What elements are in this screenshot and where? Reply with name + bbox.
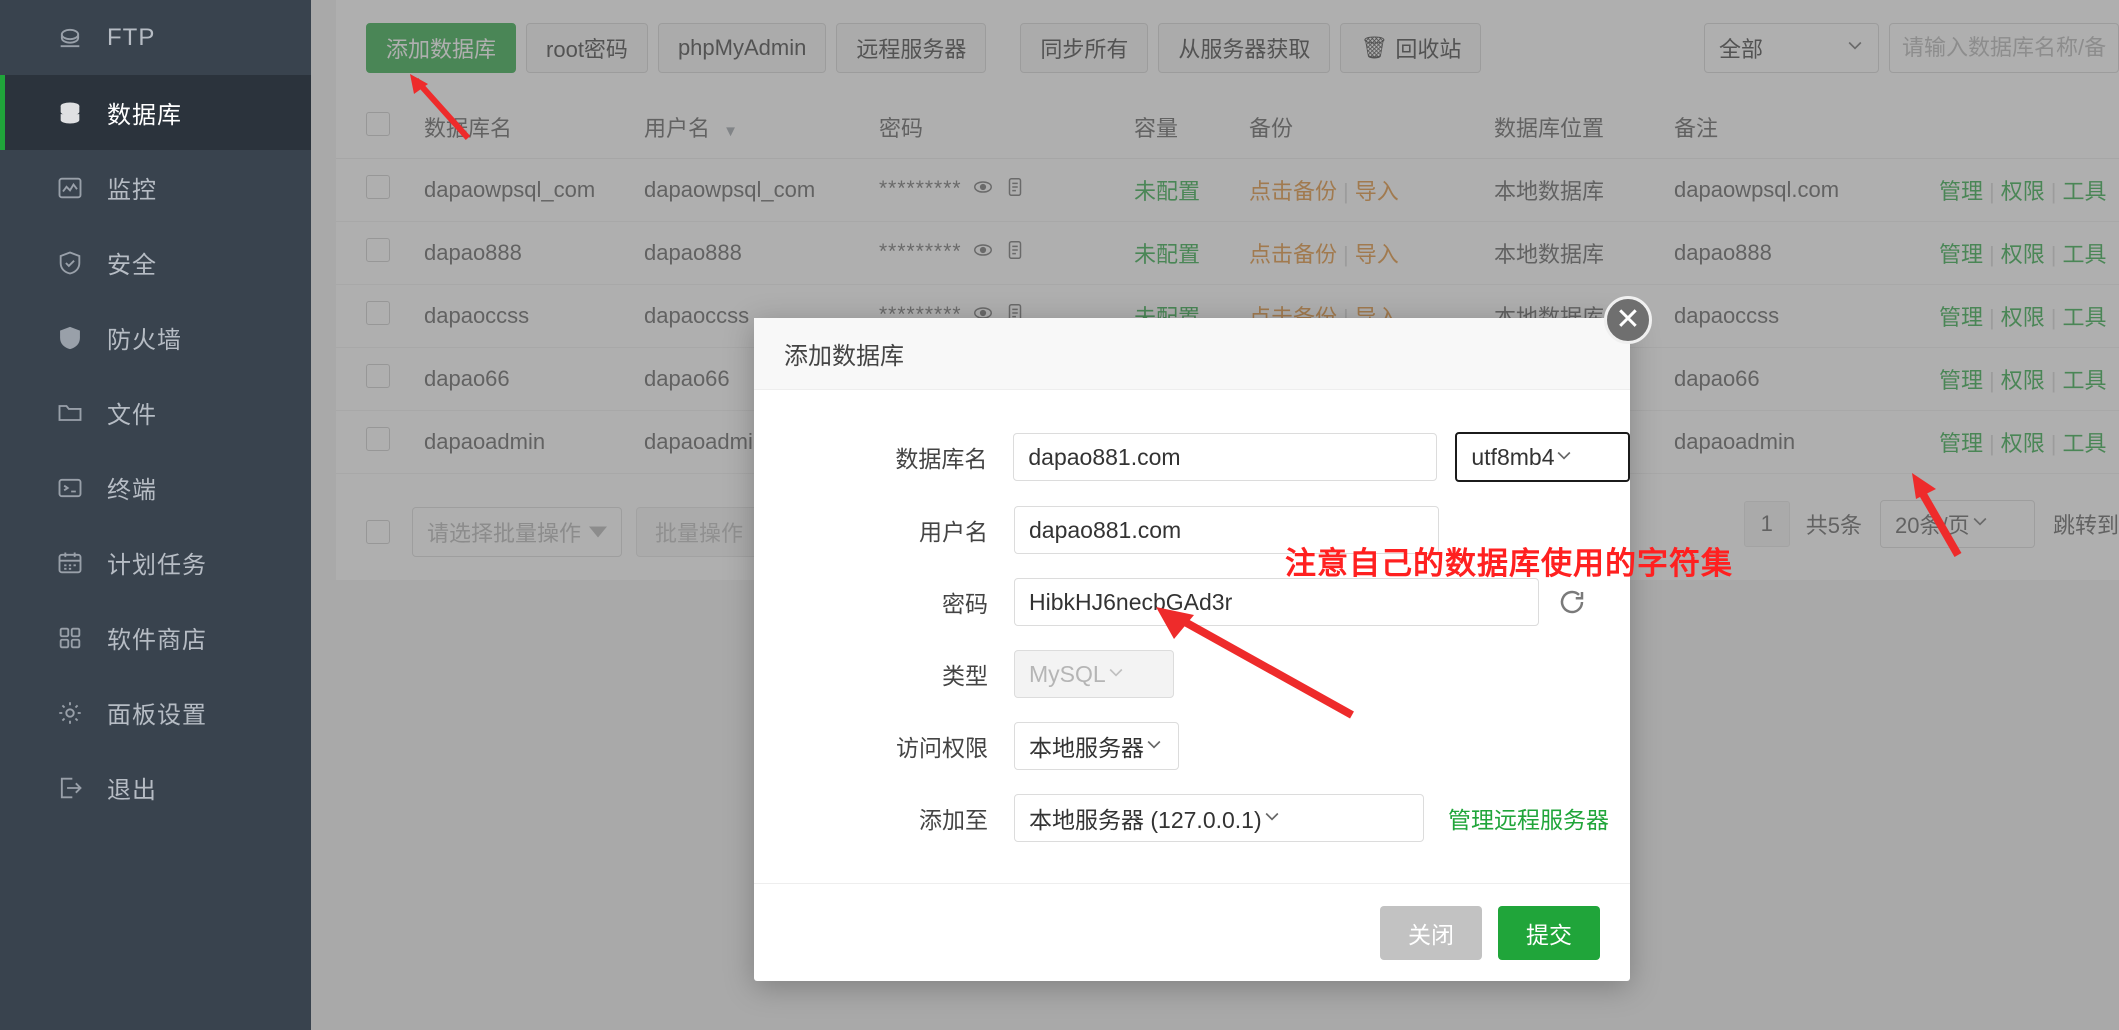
field-row-access: 访问权限 本地服务器 <box>754 722 1630 770</box>
chevron-down-icon <box>1554 444 1574 471</box>
calendar-icon <box>55 548 85 578</box>
folder-icon <box>55 398 85 428</box>
add-to-select[interactable]: 本地服务器 (127.0.0.1) <box>1014 794 1424 842</box>
sidebar-item-label: 安全 <box>107 252 157 279</box>
sidebar-item-label: 软件商店 <box>107 627 207 654</box>
db-name-input[interactable] <box>1013 433 1438 481</box>
dialog-body: 数据库名 utf8mb4 用户名 密码 <box>754 390 1630 842</box>
refresh-icon[interactable] <box>1557 587 1587 617</box>
sidebar-item-terminal[interactable]: 终端 <box>0 450 311 525</box>
charset-select[interactable]: utf8mb4 <box>1455 432 1630 482</box>
field-row-type: 类型 MySQL <box>754 650 1630 698</box>
sidebar-item-app-store[interactable]: 软件商店 <box>0 600 311 675</box>
ftp-icon <box>55 23 85 53</box>
logout-icon <box>55 773 85 803</box>
user-name-label: 用户名 <box>919 519 988 545</box>
sidebar-item-monitor[interactable]: 监控 <box>0 150 311 225</box>
field-row-add-to: 添加至 本地服务器 (127.0.0.1) 管理远程服务器 <box>754 794 1630 842</box>
sidebar-item-logout[interactable]: 退出 <box>0 750 311 825</box>
sidebar-item-cron[interactable]: 计划任务 <box>0 525 311 600</box>
add-to-value: 本地服务器 (127.0.0.1) <box>1029 807 1262 833</box>
add-to-label: 添加至 <box>919 807 988 833</box>
monitor-icon <box>55 173 85 203</box>
shield-check-icon <box>55 248 85 278</box>
sidebar-item-panel-settings[interactable]: 面板设置 <box>0 675 311 750</box>
chevron-down-icon <box>1106 661 1126 688</box>
terminal-icon <box>55 473 85 503</box>
database-icon <box>55 98 85 128</box>
sidebar-item-label: 终端 <box>107 477 157 504</box>
grid-apps-icon <box>55 623 85 653</box>
type-label: 类型 <box>942 663 988 689</box>
sidebar-item-database[interactable]: 数据库 <box>0 75 311 150</box>
dialog-footer: 关闭 提交 <box>754 883 1630 981</box>
add-database-dialog: ✕ 添加数据库 数据库名 utf8mb4 用户名 密码 <box>754 296 1652 981</box>
sidebar-item-label: 计划任务 <box>107 552 207 579</box>
sidebar-item-label: 防火墙 <box>107 327 182 354</box>
access-select[interactable]: 本地服务器 <box>1014 722 1179 770</box>
type-select: MySQL <box>1014 650 1174 698</box>
manage-remote-server-link[interactable]: 管理远程服务器 <box>1448 801 1609 835</box>
password-label: 密码 <box>942 591 988 617</box>
chevron-down-icon <box>1262 805 1282 832</box>
type-value: MySQL <box>1029 660 1106 687</box>
access-value: 本地服务器 <box>1029 735 1144 761</box>
sidebar-item-label: 数据库 <box>107 102 182 129</box>
sidebar-item-firewall[interactable]: 防火墙 <box>0 300 311 375</box>
sidebar-item-label: FTP <box>107 23 156 51</box>
sidebar-item-files[interactable]: 文件 <box>0 375 311 450</box>
close-button[interactable]: 关闭 <box>1380 905 1482 960</box>
dialog-title: 添加数据库 <box>754 318 1630 390</box>
sidebar-item-ftp[interactable]: FTP <box>0 0 311 75</box>
access-label: 访问权限 <box>896 735 988 761</box>
app-root: FTP 数据库 监控 安全 防火墙 文件 终端 计划任务 软件商店 面板设置 退… <box>0 0 2119 1030</box>
sidebar-item-label: 面板设置 <box>107 702 207 729</box>
sidebar: FTP 数据库 监控 安全 防火墙 文件 终端 计划任务 软件商店 面板设置 退… <box>0 0 311 1030</box>
sidebar-item-security[interactable]: 安全 <box>0 225 311 300</box>
firewall-icon <box>55 323 85 353</box>
charset-value: utf8mb4 <box>1471 443 1555 470</box>
db-name-label: 数据库名 <box>895 446 988 472</box>
sidebar-item-label: 文件 <box>107 402 157 429</box>
field-row-db-name: 数据库名 utf8mb4 <box>754 432 1630 482</box>
sidebar-item-label: 监控 <box>107 177 157 204</box>
gear-icon <box>55 698 85 728</box>
chevron-down-icon <box>1144 733 1164 760</box>
sidebar-item-label: 退出 <box>107 777 157 804</box>
password-input[interactable] <box>1014 578 1539 626</box>
annotation-charset-note: 注意自己的数据库使用的字符集 <box>1285 546 1733 581</box>
close-icon[interactable]: ✕ <box>1604 296 1652 344</box>
submit-button[interactable]: 提交 <box>1498 905 1600 960</box>
field-row-password: 密码 <box>754 578 1630 626</box>
